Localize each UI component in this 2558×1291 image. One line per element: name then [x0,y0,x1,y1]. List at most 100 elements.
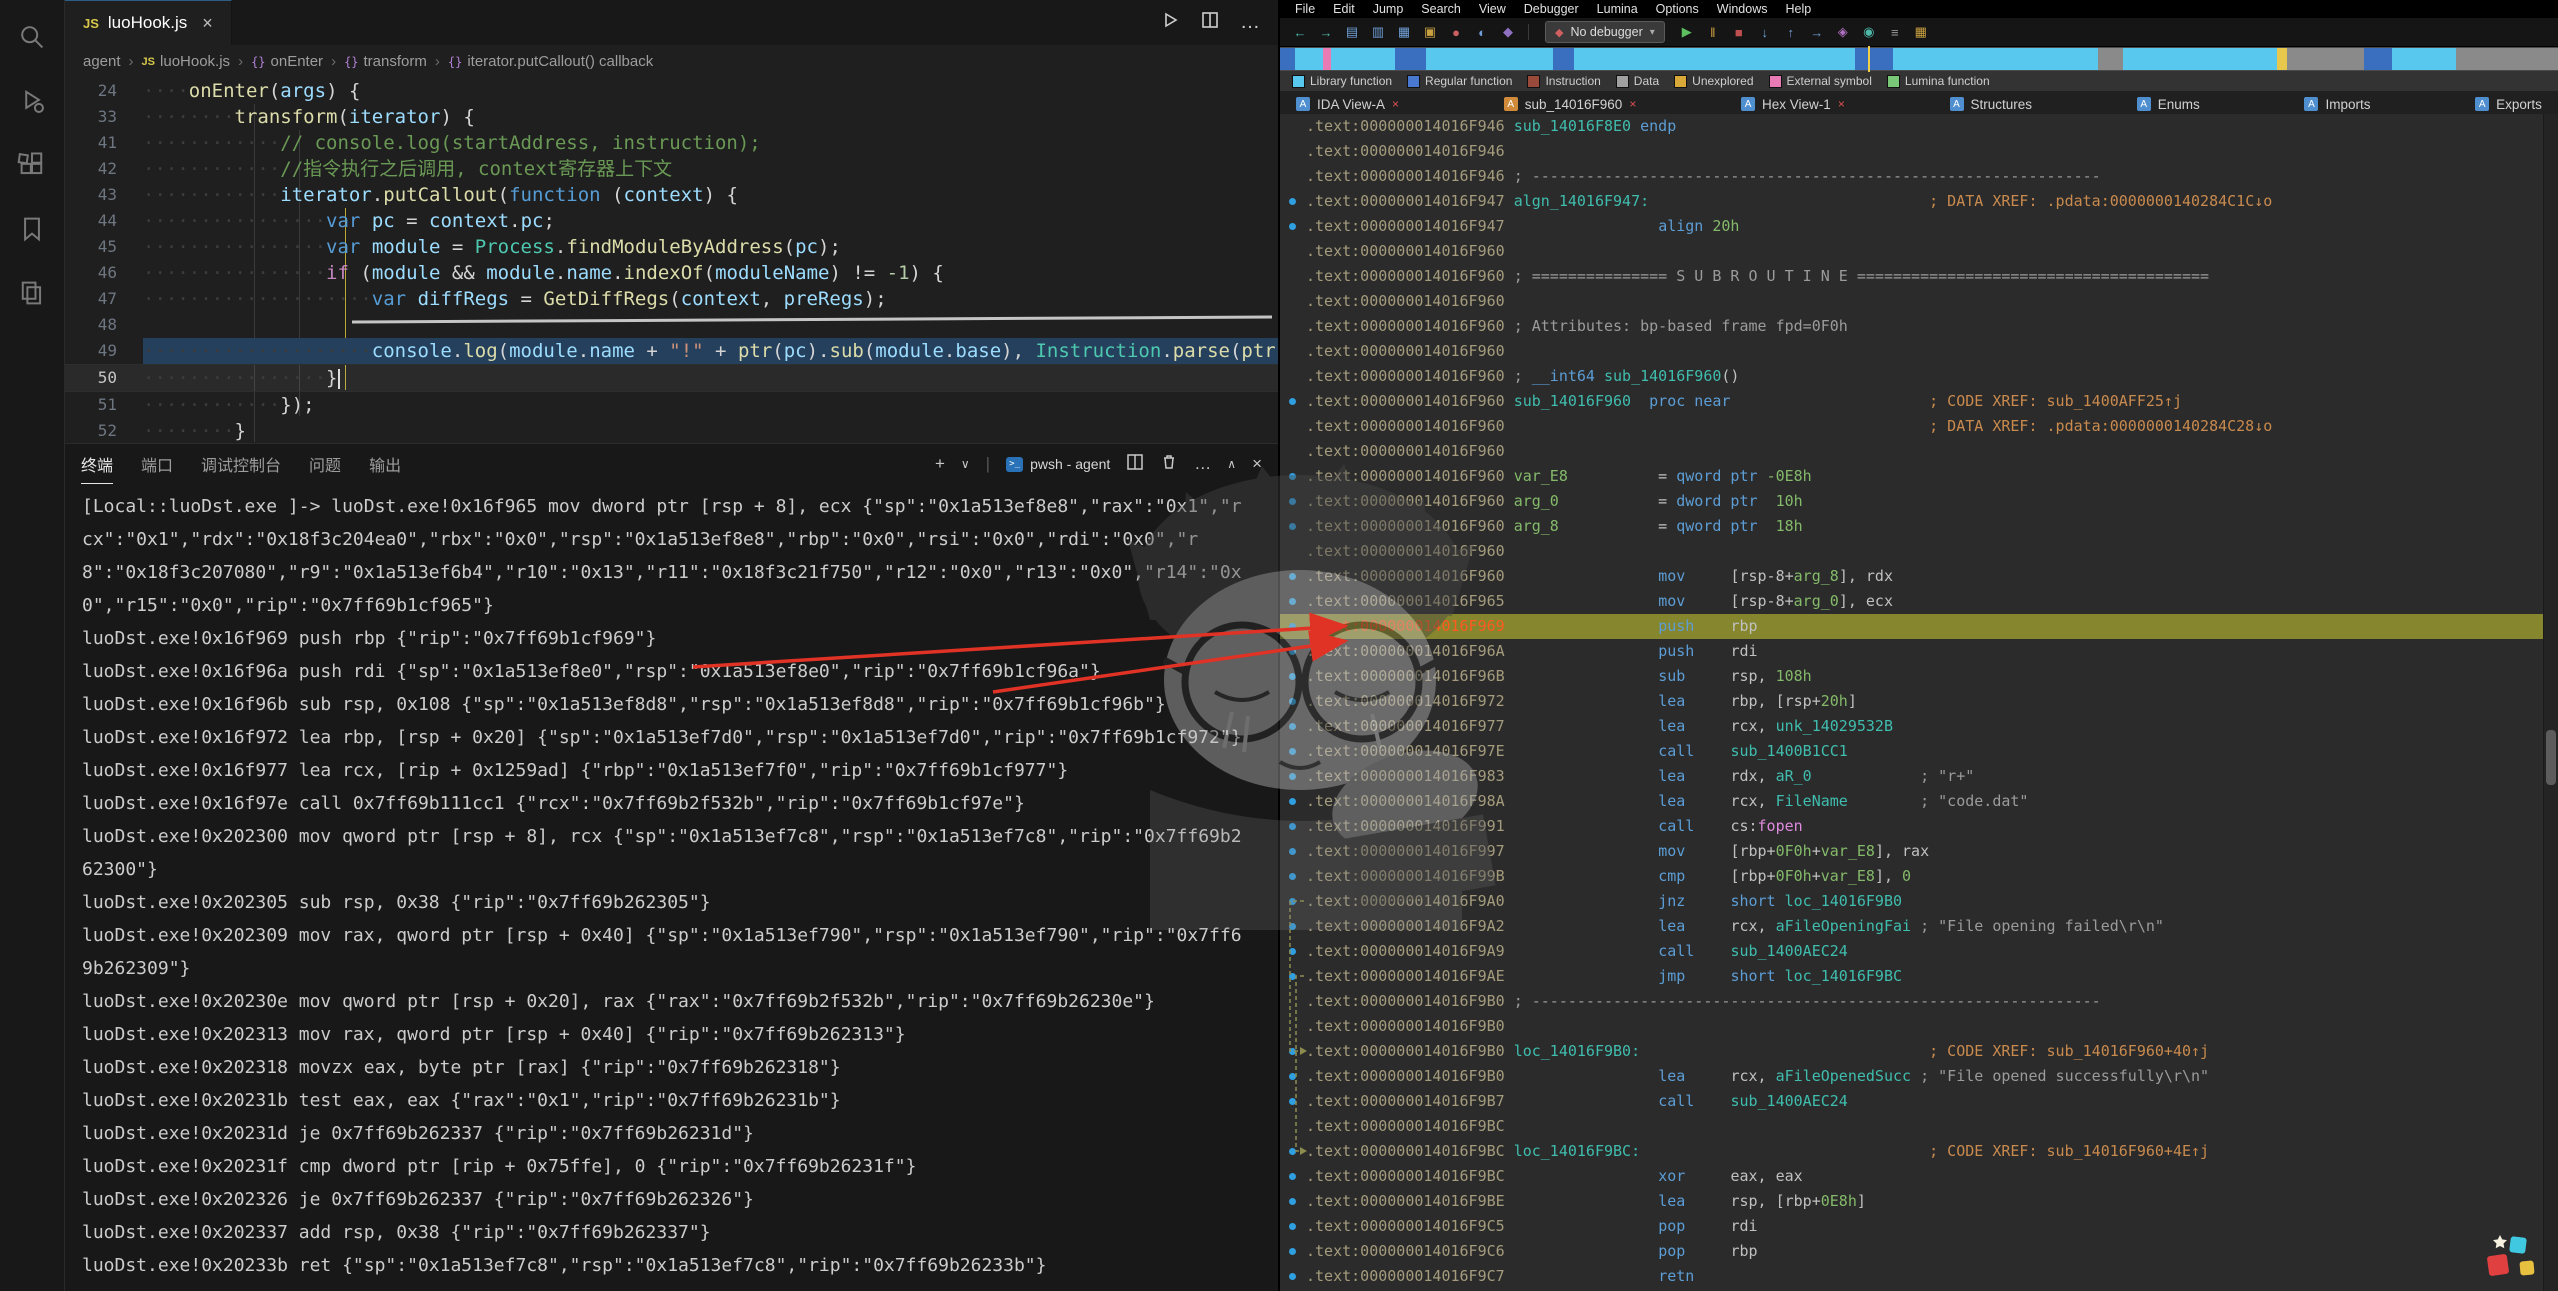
split-editor-icon[interactable] [1200,10,1220,35]
toolbar-breakpoint-icon[interactable]: ● [1446,22,1466,42]
menu-jump[interactable]: Jump [1364,2,1413,16]
menu-view[interactable]: View [1470,2,1515,16]
ida-tab-hex-view-1[interactable]: A Hex View-1 × [1741,97,1845,112]
panel-more-icon[interactable]: … [1194,454,1211,474]
maximize-panel-icon[interactable]: ∧ [1227,457,1236,471]
code-line[interactable]: 50 ················} [65,364,1278,392]
code-line[interactable]: 41 ············// console.log(startAddres… [65,130,1278,156]
listing-line[interactable]: .text:000000014016F9BE lea rsp, [rbp+0E8… [1280,1189,2544,1214]
listing-line[interactable]: .text:000000014016F960 var_E8 = qword ptr… [1280,464,2544,489]
listing-line[interactable]: .text:000000014016F960 [1280,339,2544,364]
listing-line[interactable]: .text:000000014016F9C5 pop rdi [1280,1214,2544,1239]
extensions-icon[interactable] [17,150,47,180]
listing-line[interactable]: .text:000000014016F960 [1280,539,2544,564]
listing-line[interactable]: .text:000000014016F960 [1280,239,2544,264]
listing-line[interactable]: .text:000000014016F99B cmp [rbp+0F0h+var… [1280,864,2544,889]
listing-line[interactable]: .text:000000014016F9C7 retn [1280,1264,2544,1289]
explorer-icon[interactable] [17,278,47,308]
breadcrumb-item[interactable]: {} onEnter [251,53,323,70]
menu-file[interactable]: File [1286,2,1324,16]
run-and-debug-icon[interactable] [17,86,47,116]
menu-windows[interactable]: Windows [1708,2,1777,16]
listing-line[interactable]: .text:000000014016F960 ; DATA XREF: .pda… [1280,414,2544,439]
code-line[interactable]: 33 ········transform(iterator) { [65,104,1278,130]
panel-tab-问题[interactable]: 问题 [309,444,341,484]
toolbar-options-icon[interactable]: ≡ [1885,22,1905,42]
listing-line[interactable]: .text:000000014016F9BC xor eax, eax [1280,1164,2544,1189]
listing-line[interactable]: .text:000000014016F960 [1280,439,2544,464]
code-line[interactable]: 48 [65,312,1278,338]
listing-line[interactable]: .text:000000014016F9C6 pop rbp [1280,1239,2544,1264]
navigation-band[interactable] [1280,46,2558,72]
code-line[interactable]: 44 ················var pc = context.pc; [65,208,1278,234]
breadcrumb-item[interactable]: agent [83,53,121,70]
toolbar-step-over-icon[interactable]: → [1807,22,1827,42]
toolbar-hex-view-icon[interactable]: ▥ [1368,22,1388,42]
listing-line[interactable]: .text:000000014016F960 mov [rsp-8+arg_8]… [1280,564,2544,589]
scrollbar-thumb[interactable] [2546,730,2556,785]
panel-tab-终端[interactable]: 终端 [81,444,114,484]
listing-line[interactable]: .text:000000014016F946 [1280,139,2544,164]
bookmarks-icon[interactable] [17,214,47,244]
listing-line[interactable]: .text:000000014016F946 ; ----------------… [1280,164,2544,189]
listing-line[interactable]: .text:000000014016F960 ; Attributes: bp-b… [1280,314,2544,339]
code-line[interactable]: 45 ················var module = Process.f… [65,234,1278,260]
toolbar-graph-view-icon[interactable]: ▦ [1394,22,1414,42]
listing-line[interactable]: .text:000000014016F9BC [1280,1114,2544,1139]
disassembly-listing[interactable]: .text:000000014016F946 sub_14016F8E0 endp… [1280,114,2544,1291]
close-icon[interactable]: × [1392,97,1399,111]
code-line[interactable]: 47 ····················var diffRegs = Get… [65,286,1278,312]
listing-line[interactable]: .text:000000014016F972 lea rbp, [rsp+20h… [1280,689,2544,714]
listing-line[interactable]: .text:000000014016F96B sub rsp, 108h [1280,664,2544,689]
listing-line[interactable]: .text:000000014016F997 mov [rbp+0F0h+var… [1280,839,2544,864]
listing-line[interactable]: .text:000000014016F9A9 call sub_1400AEC2… [1280,939,2544,964]
listing-line[interactable]: .text:000000014016F947 algn_14016F947: ; … [1280,189,2544,214]
close-icon[interactable]: × [1629,97,1636,111]
toolbar-forward-icon[interactable]: → [1316,22,1336,42]
search-icon[interactable] [17,22,47,52]
listing-line[interactable]: .text:000000014016F9B0 lea rcx, aFileOpe… [1280,1064,2544,1089]
run-file-icon[interactable] [1160,10,1180,35]
breadcrumb-item[interactable]: JS luoHook.js [142,53,231,70]
code-line[interactable]: 51 ············}); [65,392,1278,418]
listing-line[interactable]: .text:000000014016F9A0 jnz short loc_140… [1280,889,2544,914]
toolbar-script-icon[interactable]: ▦ [1911,22,1931,42]
listing-line[interactable]: .text:000000014016F9AE jmp short loc_140… [1280,964,2544,989]
toolbar-stop-process-icon[interactable]: ■ [1729,22,1749,42]
terminal-output[interactable]: [Local::luoDst.exe ]-> luoDst.exe!0x16f9… [82,490,1246,1291]
listing-line[interactable]: .text:000000014016F960 sub_14016F960 proc… [1280,389,2544,414]
listing-line[interactable]: .text:000000014016F9B0 loc_14016F9B0: ; C… [1280,1039,2544,1064]
ida-tab-ida-view-a[interactable]: A IDA View-A × [1296,97,1399,112]
listing-scrollbar[interactable] [2543,114,2558,1291]
toolbar-structs-icon[interactable]: ◆ [1498,22,1518,42]
toolbar-start-process-icon[interactable]: ▶ [1677,22,1697,42]
code-line[interactable]: 24 ····onEnter(args) { [65,78,1278,104]
ida-tab-exports[interactable]: A Exports [2475,97,2542,112]
toolbar-snapshot-icon[interactable]: ◈ [1833,22,1853,42]
toolbar-colors-icon[interactable]: ◐ [1472,22,1492,42]
code-line[interactable]: 52 ········} [65,418,1278,443]
listing-line[interactable]: .text:000000014016F960 [1280,289,2544,314]
close-panel-icon[interactable]: × [1252,454,1262,474]
new-terminal-icon[interactable]: + [935,454,945,474]
ida-tab-structures[interactable]: A Structures [1949,97,2032,112]
terminal-instance[interactable]: >_ pwsh - agent [1006,456,1110,472]
terminal-dropdown-icon[interactable]: ∨ [961,457,970,471]
listing-line[interactable]: .text:000000014016F9BC loc_14016F9BC: ; C… [1280,1139,2544,1164]
listing-line[interactable]: .text:000000014016F960; __int64 sub_1401… [1280,364,2544,389]
menu-options[interactable]: Options [1647,2,1708,16]
toolbar-back-icon[interactable]: ← [1290,22,1310,42]
more-actions-icon[interactable]: … [1240,11,1260,34]
listing-line[interactable]: .text:000000014016F947 align 20h [1280,214,2544,239]
listing-line[interactable]: .text:000000014016F977 lea rcx, unk_1402… [1280,714,2544,739]
toolbar-step-into-icon[interactable]: ↓ [1755,22,1775,42]
code-editor[interactable]: 24 ····onEnter(args) {33 ········transform… [65,78,1278,443]
listing-line[interactable]: .text:000000014016F965 mov [rsp-8+arg_0]… [1280,589,2544,614]
listing-line[interactable]: .text:000000014016F960 ; =============== … [1280,264,2544,289]
listing-line[interactable]: .text:000000014016F983 lea rdx, aR_0 ; "… [1280,764,2544,789]
close-tab-icon[interactable]: × [202,13,213,34]
listing-line[interactable]: .text:000000014016F9B0 ; ----------------… [1280,989,2544,1014]
menu-debugger[interactable]: Debugger [1515,2,1588,16]
split-terminal-icon[interactable] [1126,453,1144,476]
close-icon[interactable]: × [1838,97,1845,111]
